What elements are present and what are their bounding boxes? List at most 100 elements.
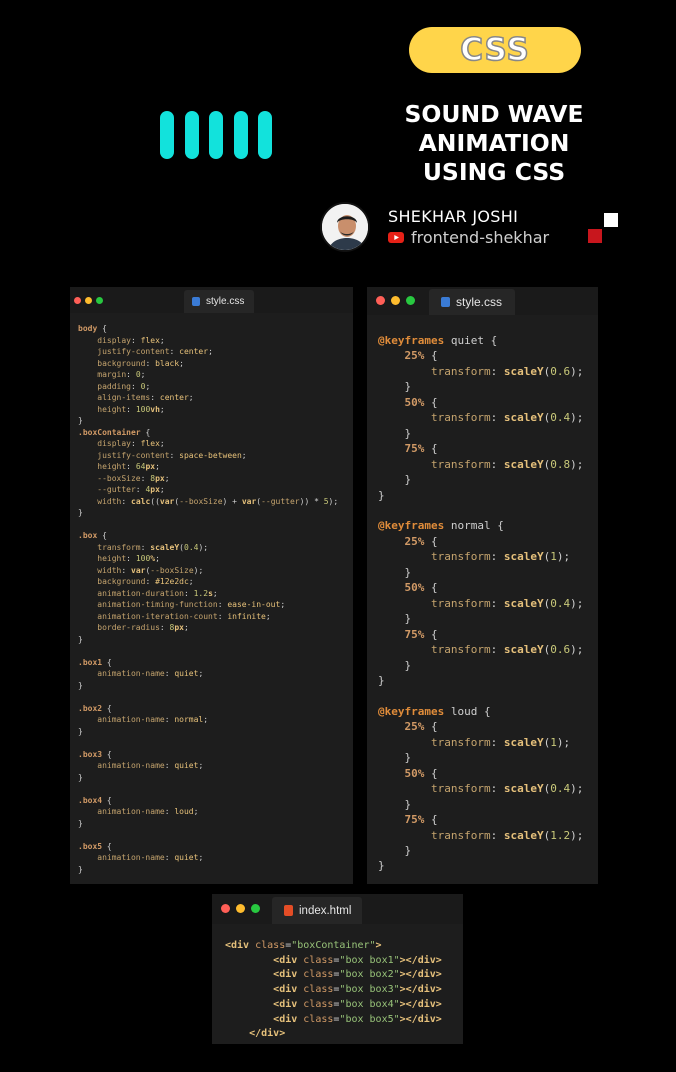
html5-icon — [284, 905, 293, 916]
code-token: { — [106, 657, 112, 667]
tab-label: style.css — [456, 295, 503, 309]
code-token: : — [159, 623, 170, 632]
code-line: 50% { — [378, 395, 583, 410]
code-token: 25% — [404, 720, 431, 734]
code-token: ); — [570, 782, 584, 796]
code-line: --boxSize: 8px; — [78, 473, 338, 485]
code-token: } — [78, 726, 83, 736]
code-token: } — [78, 818, 83, 828]
code-token: vh — [150, 404, 160, 414]
code-token: padding — [97, 381, 131, 391]
close-dot[interactable] — [221, 904, 230, 913]
window-titlebar: style.css — [367, 287, 598, 315]
code-line: 75% { — [378, 441, 583, 456]
code-line: } — [378, 611, 583, 626]
code-token: animation-name — [97, 715, 165, 724]
code-token: : — [126, 370, 136, 379]
code-line: <div class="boxContainer"> — [225, 939, 442, 954]
code-token: ; — [159, 335, 165, 345]
code-line: .box5 { — [78, 841, 338, 853]
maximize-dot[interactable] — [251, 904, 260, 913]
close-dot[interactable] — [74, 297, 81, 304]
code-token: : — [121, 565, 131, 575]
code-token: ; — [155, 554, 160, 563]
code-token: } — [378, 673, 385, 687]
code-token: } — [78, 680, 83, 690]
code-token: class — [303, 969, 334, 981]
code-line: } — [78, 818, 338, 830]
minimize-dot[interactable] — [85, 297, 92, 304]
channel-name[interactable]: frontend-shekhar — [411, 228, 549, 247]
code-token: ; — [198, 853, 204, 862]
code-token: 0.8 — [550, 457, 571, 471]
tab-index-html[interactable]: index.html — [272, 897, 362, 924]
code-token: { — [106, 703, 112, 713]
code-token: class — [303, 1013, 334, 1025]
code-token: { — [102, 531, 107, 540]
window-titlebar: index.html — [212, 894, 463, 924]
minimize-dot[interactable] — [236, 904, 245, 913]
code-token: 75% — [404, 627, 431, 641]
code-token: { — [431, 720, 438, 734]
css-badge: CSS — [409, 27, 581, 73]
code-token: : — [169, 450, 180, 460]
code-token: @keyframes — [378, 334, 451, 347]
code-line: transform: scaleY(1); — [378, 549, 583, 564]
code-line: .box4 { — [78, 795, 338, 807]
code-line: animation-iteration-count: infinite; — [78, 611, 338, 623]
code-line: } — [378, 797, 583, 812]
code-token: ; — [159, 485, 165, 494]
maximize-dot[interactable] — [96, 297, 103, 304]
code-line: .box { — [78, 530, 338, 542]
code-line: <div class="box box1"></div> — [225, 954, 442, 969]
code-token: px — [145, 462, 156, 471]
code-line: </div> — [225, 1027, 442, 1042]
close-dot[interactable] — [376, 296, 385, 305]
code-token: 50% — [404, 581, 431, 595]
code-token: scaleY — [503, 457, 544, 471]
code-line: height: 100vh; — [78, 404, 338, 416]
code-token: background — [97, 358, 146, 368]
code-token: : — [490, 735, 504, 749]
maximize-dot[interactable] — [406, 296, 415, 305]
code-token: normal { — [450, 519, 504, 533]
code-token: "box box4" — [339, 998, 400, 1010]
code-token: <div — [225, 940, 256, 951]
code-line: @keyframes normal { — [378, 518, 583, 533]
code-line: .box1 { — [78, 657, 338, 669]
code-token: calc — [131, 496, 151, 506]
tab-style-css[interactable]: style.css — [429, 289, 515, 315]
author-name: SHEKHAR JOSHI — [388, 207, 519, 226]
css3-icon — [192, 297, 200, 306]
tab-style-css[interactable]: style.css — [184, 290, 254, 313]
code-token: px — [155, 473, 165, 483]
code-token: infinite — [227, 611, 266, 621]
code-block: @keyframes quiet { 25% { transform: scal… — [378, 333, 583, 874]
code-token: { — [431, 766, 438, 780]
code-line: } — [378, 858, 583, 873]
code-token: ; — [179, 358, 184, 368]
code-token: { — [431, 627, 438, 641]
code-line: width: calc((var(--boxSize) + var(--gutt… — [78, 496, 338, 508]
code-token: flex — [140, 335, 160, 345]
code-token: } — [404, 426, 412, 440]
code-token: } — [78, 864, 83, 874]
minimize-dot[interactable] — [391, 296, 400, 305]
code-token: } — [404, 751, 412, 765]
code-token: </div> — [249, 1028, 286, 1040]
decorative-square — [604, 213, 618, 227]
code-line: animation-name: quiet; — [78, 760, 338, 772]
code-token: 75% — [404, 442, 431, 456]
sound-wave-graphic — [160, 111, 272, 159]
